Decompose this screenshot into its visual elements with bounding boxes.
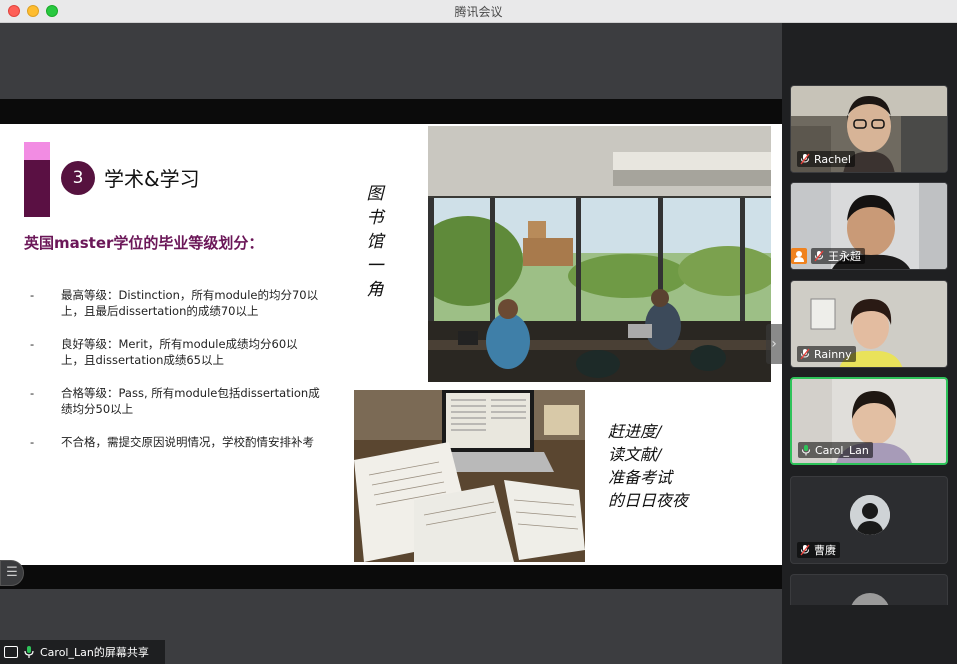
mic-muted-icon bbox=[800, 544, 810, 556]
screen-share-label: Carol_Lan的屏幕共享 bbox=[40, 646, 149, 659]
caption-char: 角 bbox=[366, 280, 384, 300]
screen-share-indicator[interactable]: Carol_Lan的屏幕共享 bbox=[0, 640, 165, 664]
study-caption: 赶进度/ 读文献/ 准备考试 的日日夜夜 bbox=[608, 420, 688, 512]
mic-muted-icon bbox=[814, 250, 824, 262]
letterbox-top bbox=[0, 99, 782, 124]
slide-accent-pink bbox=[24, 142, 50, 160]
presentation-slide: 3 学术&学习 英国master学位的毕业等级划分： - 最高等级：Distinc… bbox=[0, 124, 782, 565]
participant-name: 曹赓 bbox=[814, 544, 836, 557]
host-icon bbox=[791, 248, 807, 264]
bullet-text: 不合格，需提交原因说明情况，学校酌情安排补考 bbox=[61, 435, 314, 449]
caption-line: 读文献/ bbox=[608, 445, 662, 464]
caption-char: 图 bbox=[366, 184, 384, 204]
library-photo bbox=[428, 126, 771, 382]
participant-tile[interactable]: Rachel bbox=[790, 85, 948, 173]
mic-muted-icon bbox=[800, 153, 810, 165]
bullet-dash: - bbox=[30, 288, 35, 302]
grade-list: - 最高等级：Distinction，所有module的均分70以上，且最后dis… bbox=[30, 287, 320, 467]
caption-line: 的日日夜夜 bbox=[608, 491, 689, 510]
caption-char: 书 bbox=[366, 208, 384, 228]
bullet-dash: - bbox=[30, 386, 35, 400]
list-item: - 合格等级：Pass, 所有module包括dissertation成绩均分50… bbox=[30, 385, 320, 417]
shared-screen-area: 3 学术&学习 英国master学位的毕业等级划分： - 最高等级：Distinc… bbox=[0, 23, 782, 664]
participant-tile[interactable]: Rainny bbox=[790, 280, 948, 368]
caption-line: 赶进度/ bbox=[608, 422, 662, 441]
bullet-text: 最高等级：Distinction，所有module的均分70以上，且最后diss… bbox=[61, 288, 319, 318]
participant-name: 王永超 bbox=[828, 250, 861, 263]
caption-char: 一 bbox=[366, 256, 384, 276]
avatar bbox=[850, 495, 890, 535]
caption-line: 准备考试 bbox=[608, 468, 673, 487]
letterbox-bottom bbox=[0, 565, 782, 589]
participant-name-tag: 王永超 bbox=[811, 248, 865, 264]
participant-tile-active[interactable]: Carol_Lan bbox=[790, 377, 948, 465]
mic-muted-icon bbox=[800, 348, 810, 360]
section-title: 学术&学习 bbox=[104, 167, 200, 191]
participant-name-tag: Rachel bbox=[797, 151, 855, 167]
participant-name-tag: Carol_Lan bbox=[798, 442, 873, 458]
bullet-text: 合格等级：Pass, 所有module包括dissertation成绩均分50以… bbox=[61, 386, 320, 416]
share-top-padding bbox=[0, 23, 782, 99]
bullet-text: 良好等级：Merit，所有module成绩均分60以上，且dissertatio… bbox=[61, 337, 298, 367]
slide-accent-purple bbox=[24, 160, 50, 217]
slide-subtitle: 英国master学位的毕业等级划分： bbox=[24, 234, 264, 252]
participant-tile[interactable]: 王永超 bbox=[790, 182, 948, 270]
bullet-dash: - bbox=[30, 435, 35, 449]
caption-char: 馆 bbox=[366, 232, 384, 252]
participant-tile[interactable] bbox=[790, 574, 948, 605]
list-item: - 最高等级：Distinction，所有module的均分70以上，且最后dis… bbox=[30, 287, 320, 319]
participant-name: Carol_Lan bbox=[815, 443, 869, 457]
section-number: 3 bbox=[61, 161, 95, 195]
library-caption: 图 书 馆 一 角 bbox=[362, 182, 388, 302]
bullet-dash: - bbox=[30, 337, 35, 351]
mic-on-icon bbox=[24, 646, 34, 658]
chevron-right-icon[interactable]: › bbox=[766, 324, 782, 364]
window-title: 腾讯会议 bbox=[454, 5, 503, 19]
participant-tile[interactable]: 曹赓 bbox=[790, 476, 948, 564]
participant-name-tag: Rainny bbox=[797, 346, 856, 362]
participant-name: Rachel bbox=[814, 152, 851, 166]
study-desk-photo bbox=[354, 390, 585, 562]
window-titlebar: 腾讯会议 bbox=[0, 0, 957, 23]
avatar bbox=[850, 593, 890, 605]
participant-name-tag: 曹赓 bbox=[797, 542, 840, 558]
mic-on-icon bbox=[802, 445, 810, 456]
list-item: - 良好等级：Merit，所有module成绩均分60以上，且dissertati… bbox=[30, 336, 320, 368]
screen-share-icon bbox=[4, 646, 18, 658]
list-item: - 不合格，需提交原因说明情况，学校酌情安排补考 bbox=[30, 434, 320, 450]
participant-name: Rainny bbox=[814, 347, 852, 361]
